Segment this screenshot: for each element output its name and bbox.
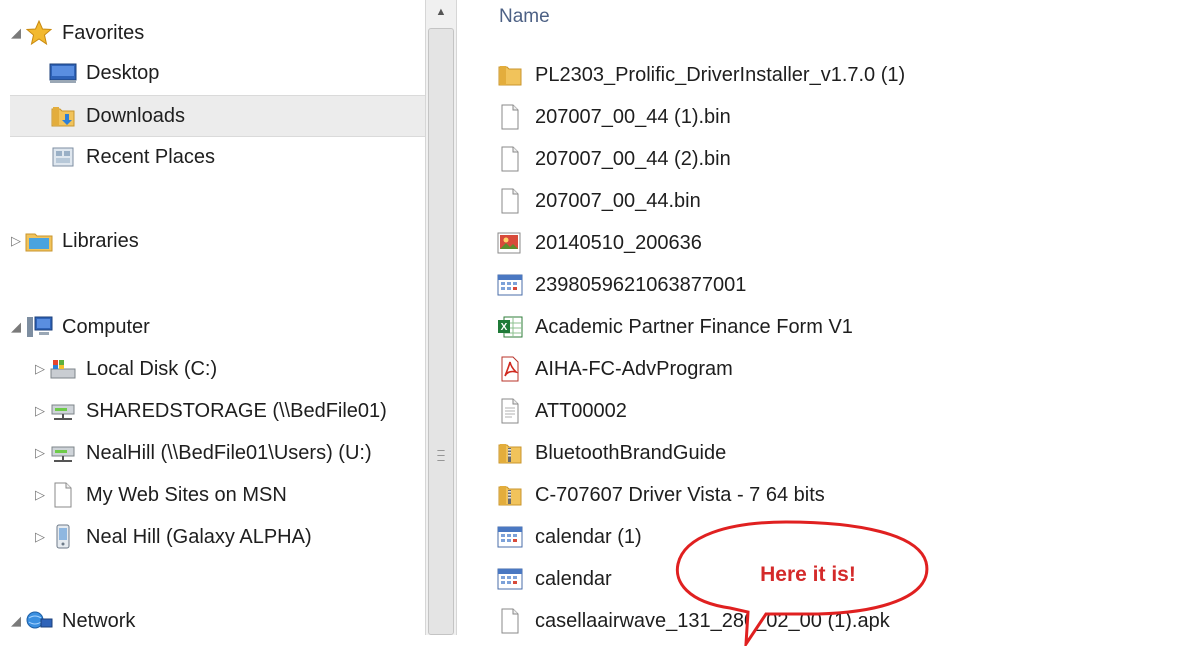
nav-item-label: Libraries — [62, 229, 139, 252]
pdf-file-icon — [497, 355, 523, 383]
folder-icon — [497, 61, 523, 89]
file-row[interactable]: 207007_00_44 (1).bin — [497, 97, 731, 137]
nav-item-label: Local Disk (C:) — [86, 357, 218, 380]
nav-item-favorites[interactable]: ◢ Favorites — [8, 13, 425, 53]
file-row[interactable]: calendar — [497, 559, 612, 599]
collapse-arrow-icon[interactable]: ◢ — [8, 319, 24, 335]
calendar-file-icon — [497, 523, 523, 551]
network-drive-icon — [48, 398, 78, 424]
file-name: C-707607 Driver Vista - 7 64 bits — [535, 483, 825, 506]
scroll-thumb[interactable]: – – – — [428, 28, 454, 635]
expand-arrow-icon[interactable]: ▷ — [32, 487, 48, 503]
zip-folder-icon — [497, 439, 523, 467]
nav-item-label: SHAREDSTORAGE (\\BedFile01) — [86, 399, 387, 422]
blank-file-icon — [497, 187, 523, 215]
nav-item-downloads[interactable]: Downloads — [10, 95, 425, 137]
callout-text: Here it is! — [760, 563, 856, 586]
expand-arrow-icon[interactable]: ▷ — [32, 403, 48, 419]
collapse-arrow-icon[interactable]: ◢ — [8, 613, 24, 629]
text-file-icon — [497, 397, 523, 425]
nav-item-label: Desktop — [86, 61, 160, 84]
file-row[interactable]: 207007_00_44 (2).bin — [497, 139, 731, 179]
local-disk-icon — [48, 356, 78, 382]
nav-item-label: Recent Places — [86, 145, 215, 168]
file-row[interactable]: calendar (1) — [497, 517, 642, 557]
desktop-icon — [48, 60, 78, 86]
star-icon — [24, 20, 54, 46]
scroll-up-arrow-icon[interactable]: ▲ — [426, 0, 456, 24]
file-row[interactable]: BluetoothBrandGuide — [497, 433, 726, 473]
nav-item-desktop[interactable]: Desktop — [32, 53, 425, 93]
nav-item-recent-places[interactable]: Recent Places — [32, 137, 425, 177]
libraries-icon — [24, 228, 54, 254]
file-row[interactable]: 2398059621063877001 — [497, 265, 746, 305]
file-row[interactable]: C-707607 Driver Vista - 7 64 bits — [497, 475, 825, 515]
recent-places-icon — [48, 144, 78, 170]
nav-item-label: Favorites — [62, 21, 145, 44]
file-row[interactable]: AIHA-FC-AdvProgram — [497, 349, 733, 389]
nav-item-label: NealHill (\\BedFile01\Users) (U:) — [86, 441, 372, 464]
nav-item-label: Neal Hill (Galaxy ALPHA) — [86, 525, 312, 548]
nav-item-label: My Web Sites on MSN — [86, 483, 287, 506]
scroll-grip-icon: – – – — [437, 442, 445, 467]
file-name: calendar — [535, 567, 612, 590]
nav-item-label: Downloads — [86, 104, 185, 127]
file-name: Academic Partner Finance Form V1 — [535, 315, 853, 338]
file-row[interactable]: PL2303_Prolific_DriverInstaller_v1.7.0 (… — [497, 55, 905, 95]
blank-file-icon — [497, 145, 523, 173]
nav-item-local-disk-c[interactable]: ▷ Local Disk (C:) — [32, 349, 425, 389]
file-name: PL2303_Prolific_DriverInstaller_v1.7.0 (… — [535, 63, 906, 86]
blank-file-icon — [497, 103, 523, 131]
file-name: 207007_00_44 (2).bin — [535, 147, 731, 170]
expand-arrow-icon[interactable]: ▷ — [32, 361, 48, 377]
nav-item-network[interactable]: ◢ Network — [8, 601, 425, 635]
file-row[interactable]: 20140510_200636 — [497, 223, 702, 263]
file-row[interactable]: ATT00002 — [497, 391, 627, 431]
collapse-arrow-icon[interactable]: ◢ — [8, 25, 24, 41]
file-row[interactable]: 207007_00_44.bin — [497, 181, 701, 221]
calendar-file-icon — [497, 565, 523, 593]
network-icon — [24, 608, 54, 634]
navigation-pane: ◢ Favorites Desktop Downloads Recent Places ▷… — [0, 0, 425, 635]
blank-file-icon — [497, 607, 523, 635]
column-header-name[interactable]: Name — [499, 6, 550, 28]
phone-icon — [48, 524, 78, 550]
svg-text:X: X — [501, 322, 508, 333]
file-row[interactable]: X Academic Partner Finance Form V1 — [497, 307, 853, 347]
file-name: ATT00002 — [535, 399, 627, 422]
file-name: 207007_00_44.bin — [535, 189, 701, 212]
network-drive-icon — [48, 440, 78, 466]
file-name: calendar (1) — [535, 525, 642, 548]
file-name: AIHA-FC-AdvProgram — [535, 357, 733, 380]
blank-file-icon — [48, 482, 78, 508]
expand-arrow-icon[interactable]: ▷ — [32, 529, 48, 545]
file-name: BluetoothBrandGuide — [535, 441, 727, 464]
computer-icon — [24, 314, 54, 340]
expand-arrow-icon[interactable]: ▷ — [32, 445, 48, 461]
file-name: 207007_00_44 (1).bin — [535, 105, 731, 128]
nav-item-sharedstorage-bedfile01[interactable]: ▷ SHAREDSTORAGE (\\BedFile01) — [32, 391, 425, 431]
nav-item-label: Computer — [62, 315, 150, 338]
image-file-icon — [497, 229, 523, 257]
nav-item-nealhill-bedfile01-users-u[interactable]: ▷ NealHill (\\BedFile01\Users) (U:) — [32, 433, 425, 473]
nav-item-libraries[interactable]: ▷ Libraries — [8, 221, 425, 261]
nav-item-neal-hill-galaxy-alpha[interactable]: ▷ Neal Hill (Galaxy ALPHA) — [32, 517, 425, 557]
zip-folder-icon — [497, 481, 523, 509]
expand-arrow-icon[interactable]: ▷ — [8, 233, 24, 249]
file-name: 2398059621063877001 — [535, 273, 747, 296]
nav-item-label: Network — [62, 609, 136, 632]
excel-file-icon: X — [497, 313, 523, 341]
nav-item-computer[interactable]: ◢ Computer — [8, 307, 425, 347]
calendar-file-icon — [497, 271, 523, 299]
file-name: 20140510_200636 — [535, 231, 702, 254]
nav-item-my-web-sites-on-msn[interactable]: ▷ My Web Sites on MSN — [32, 475, 425, 515]
nav-scrollbar[interactable]: ▲ – – – — [425, 0, 457, 635]
downloads-folder-icon — [48, 103, 78, 129]
